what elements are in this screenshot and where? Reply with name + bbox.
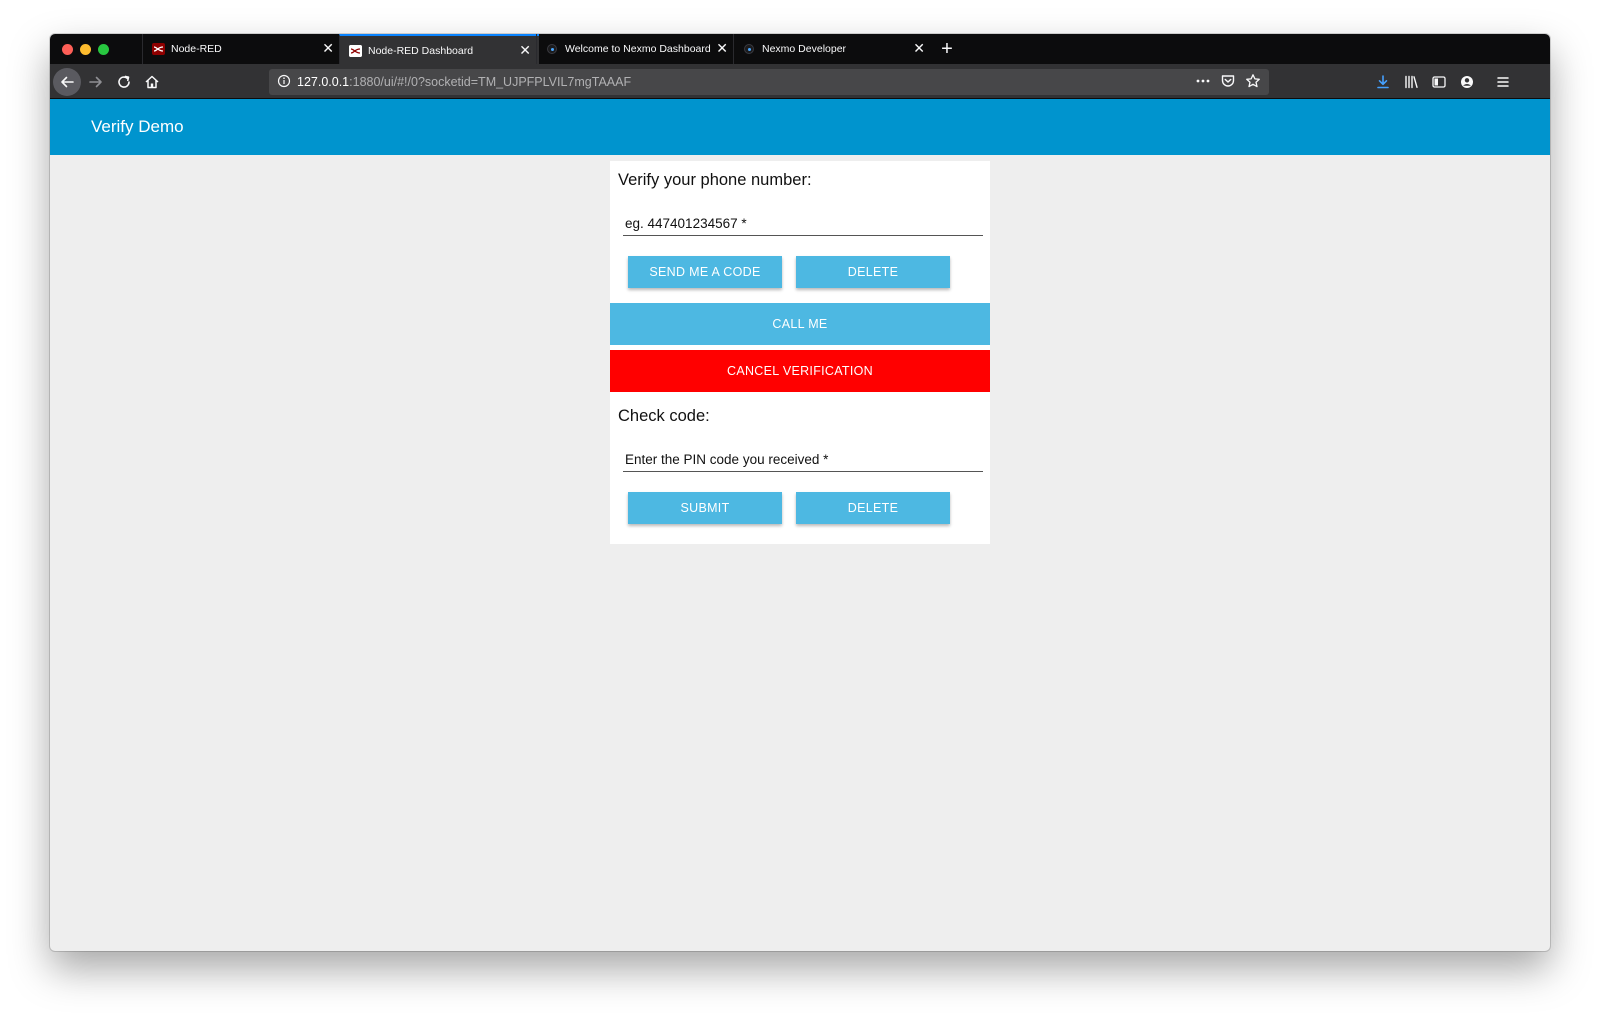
cancel-verification-button[interactable]: CANCEL VERIFICATION: [610, 350, 990, 392]
maximize-window-button[interactable]: [98, 44, 109, 55]
arrow-left-icon: [61, 76, 74, 88]
node-red-icon: [349, 45, 362, 57]
bookmark-star-icon[interactable]: [1245, 73, 1261, 92]
hamburger-menu-icon: [1497, 77, 1509, 87]
close-icon[interactable]: ✕: [716, 40, 728, 56]
back-button[interactable]: [53, 68, 81, 96]
tab-title: Node-RED: [171, 43, 222, 55]
download-icon: [1377, 75, 1389, 89]
library-icon: [1405, 75, 1418, 89]
delete-phone-button[interactable]: DELETE: [796, 256, 950, 288]
reload-icon: [118, 75, 130, 88]
tab-title: Node-RED Dashboard: [368, 45, 474, 57]
send-code-button[interactable]: SEND ME A CODE: [628, 256, 782, 288]
close-icon[interactable]: ✕: [519, 42, 531, 58]
check-code-heading: Check code:: [618, 407, 710, 425]
account-button[interactable]: [1453, 68, 1481, 96]
menu-button[interactable]: [1489, 68, 1517, 96]
address-bar[interactable]: 127.0.0.1:1880/ui/#!/0?socketid=TM_UJPFP…: [269, 69, 1269, 95]
call-me-button[interactable]: CALL ME: [610, 303, 990, 345]
account-icon: [1461, 76, 1473, 88]
downloads-button[interactable]: [1369, 68, 1397, 96]
tab-nexmo-developer[interactable]: Nexmo Developer ✕: [733, 34, 933, 64]
close-icon[interactable]: ✕: [913, 40, 925, 56]
node-red-icon: [152, 43, 165, 55]
nexmo-icon: [744, 44, 754, 54]
arrow-right-icon: [89, 76, 102, 88]
phone-number-field[interactable]: eg. 447401234567 *: [623, 210, 983, 236]
reload-button[interactable]: [110, 68, 138, 96]
pocket-icon[interactable]: [1220, 73, 1236, 92]
tab-title: Welcome to Nexmo Dashboard: [565, 43, 711, 55]
pin-code-field[interactable]: Enter the PIN code you received *: [623, 446, 983, 472]
tab-strip: Node-RED ✕ Node-RED Dashboard ✕ Welcome …: [50, 34, 1550, 64]
navigation-toolbar: 127.0.0.1:1880/ui/#!/0?socketid=TM_UJPFP…: [50, 64, 1550, 99]
sidebar-icon: [1432, 76, 1446, 88]
url-host: 127.0.0.1: [297, 75, 350, 89]
home-button[interactable]: [138, 68, 166, 96]
tab-nexmo-dashboard[interactable]: Welcome to Nexmo Dashboard ✕: [536, 34, 736, 64]
new-tab-button[interactable]: +: [937, 37, 957, 61]
delete-pin-button[interactable]: DELETE: [796, 492, 950, 524]
sidebar-button[interactable]: [1425, 68, 1453, 96]
forward-button[interactable]: [82, 68, 110, 96]
verify-card: Verify your phone number: eg. 4474012345…: [610, 161, 990, 544]
library-button[interactable]: [1397, 68, 1425, 96]
home-icon: [145, 75, 159, 89]
dashboard-header: Verify Demo: [50, 99, 1550, 155]
browser-window: Node-RED ✕ Node-RED Dashboard ✕ Welcome …: [50, 34, 1550, 951]
verify-heading: Verify your phone number:: [618, 171, 812, 189]
tab-title: Nexmo Developer: [762, 43, 847, 55]
close-window-button[interactable]: [62, 44, 73, 55]
url-path: :1880/ui/#!/0?socketid=TM_UJPFPLVIL7mgTA…: [349, 75, 632, 89]
tab-node-red-dashboard[interactable]: Node-RED Dashboard ✕: [339, 34, 539, 64]
tab-node-red[interactable]: Node-RED ✕: [142, 34, 342, 64]
submit-button[interactable]: SUBMIT: [628, 492, 782, 524]
close-icon[interactable]: ✕: [322, 40, 334, 56]
page-title: Verify Demo: [91, 117, 184, 136]
minimize-window-button[interactable]: [80, 44, 91, 55]
url-text[interactable]: 127.0.0.1:1880/ui/#!/0?socketid=TM_UJPFP…: [297, 75, 631, 89]
nexmo-icon: [547, 44, 557, 54]
info-icon[interactable]: [277, 74, 291, 91]
page-actions-icon[interactable]: [1195, 73, 1211, 92]
